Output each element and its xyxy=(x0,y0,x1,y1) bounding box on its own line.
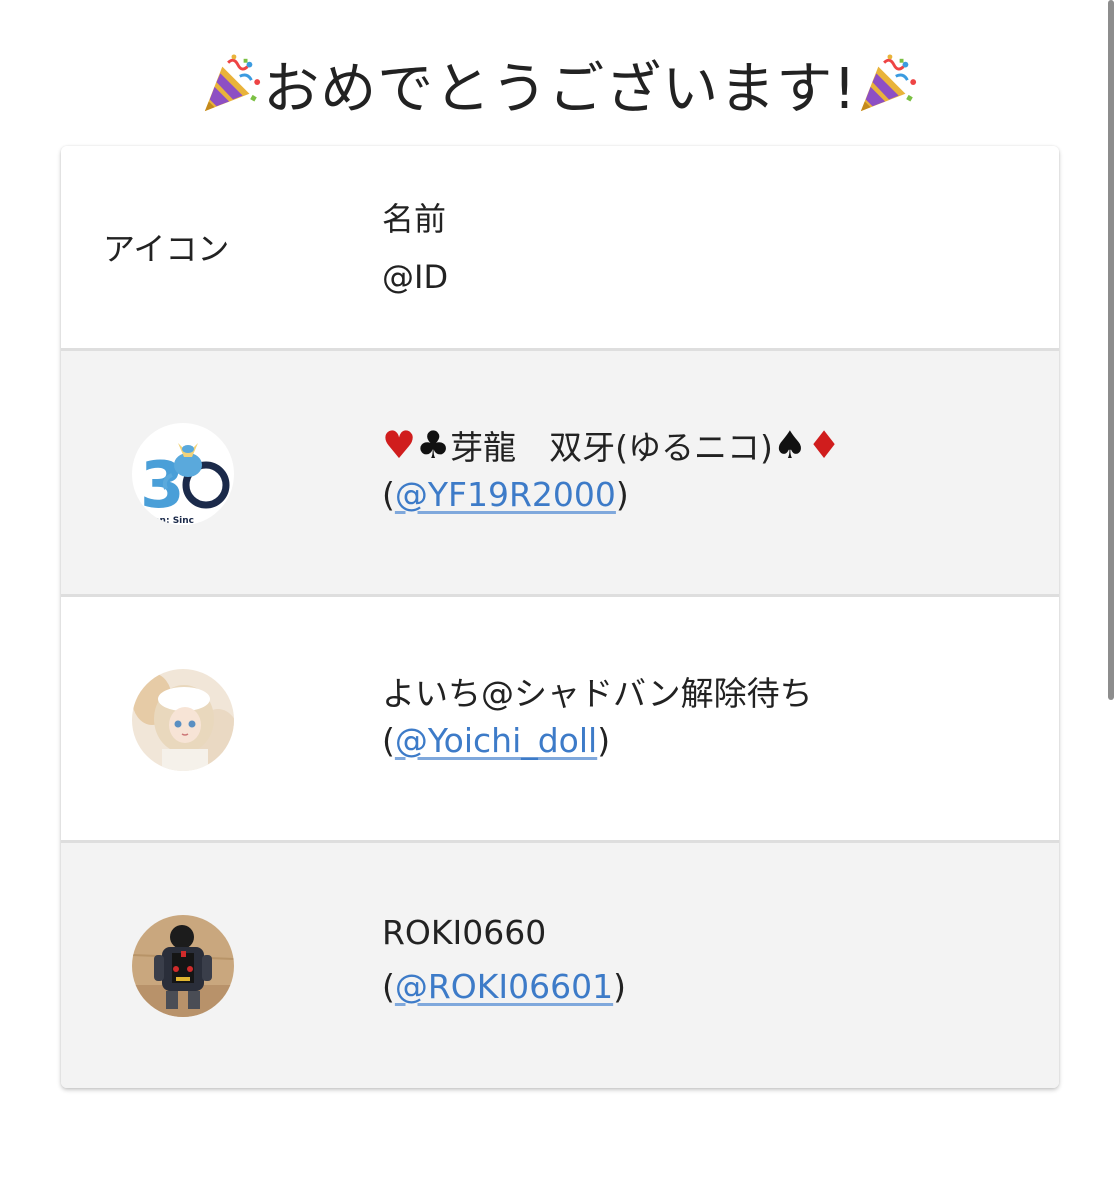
table-header: アイコン 名前 @ID xyxy=(61,146,1059,351)
winner-name: ♥ ♣ 芽龍 双牙(ゆるニコ) ♠ ♦ xyxy=(382,421,841,469)
winner-name-text: ROKI0660 xyxy=(382,913,547,952)
table-row: 3 mon: Sinc ♥ ♣ 芽龍 双牙(ゆるニコ) ♠ ♦ (@YF19R2… xyxy=(61,351,1059,597)
winner-handle: (@YF19R2000) xyxy=(382,475,629,514)
heart-icon: ♥ xyxy=(382,423,417,467)
paren-open: ( xyxy=(382,475,395,514)
winner-handle: (@ROKI06601) xyxy=(382,967,626,1006)
table-row: ROKI0660 (@ROKI06601) xyxy=(61,843,1059,1088)
winner-name-text: よいち@シャドバン解除待ち xyxy=(382,674,813,713)
header-icon-column: アイコン xyxy=(103,230,230,268)
vaporeon-30th-avatar[interactable]: 3 mon: Sinc xyxy=(132,423,234,525)
winner-handle-link[interactable]: @YF19R2000 xyxy=(395,475,616,514)
diamond-icon: ♦ xyxy=(806,423,842,467)
winner-handle: (@Yoichi_doll) xyxy=(382,721,610,760)
page-title: おめでとうございます! xyxy=(0,44,1120,124)
winner-name: よいち@シャドバン解除待ち xyxy=(382,667,813,715)
header-name-column: 名前 xyxy=(382,200,447,238)
club-icon: ♣ xyxy=(416,423,451,467)
winner-handle-link[interactable]: @ROKI06601 xyxy=(395,967,613,1006)
paren-close: ) xyxy=(615,475,629,514)
paren-open: ( xyxy=(382,721,395,760)
page: おめでとうございます! アイコン 名前 @ID 3 mon: Sinc ♥ ♣ … xyxy=(0,0,1120,1200)
svg-text:mon: Sinc: mon: Sinc xyxy=(144,516,194,525)
spade-icon: ♠ xyxy=(772,423,807,467)
winner-name: ROKI0660 xyxy=(382,913,546,952)
paren-close: ) xyxy=(613,967,627,1006)
doll-avatar[interactable] xyxy=(132,669,234,771)
table-row: よいち@シャドバン解除待ち (@Yoichi_doll) xyxy=(61,597,1059,843)
scrollbar[interactable] xyxy=(1108,0,1114,700)
winners-table: アイコン 名前 @ID 3 mon: Sinc ♥ ♣ 芽龍 双牙(ゆるニコ) … xyxy=(61,146,1059,1088)
header-id-column: @ID xyxy=(382,258,449,296)
winner-handle-link[interactable]: @Yoichi_doll xyxy=(395,721,597,760)
winner-name-text: 芽龍 双牙(ゆるニコ) xyxy=(450,428,773,467)
paren-open: ( xyxy=(382,967,395,1006)
party-popper-icon xyxy=(857,53,919,115)
page-title-text: おめでとうございます! xyxy=(263,56,857,122)
child-photo-avatar[interactable] xyxy=(132,915,234,1017)
party-popper-icon xyxy=(201,53,263,115)
paren-close: ) xyxy=(597,721,611,760)
